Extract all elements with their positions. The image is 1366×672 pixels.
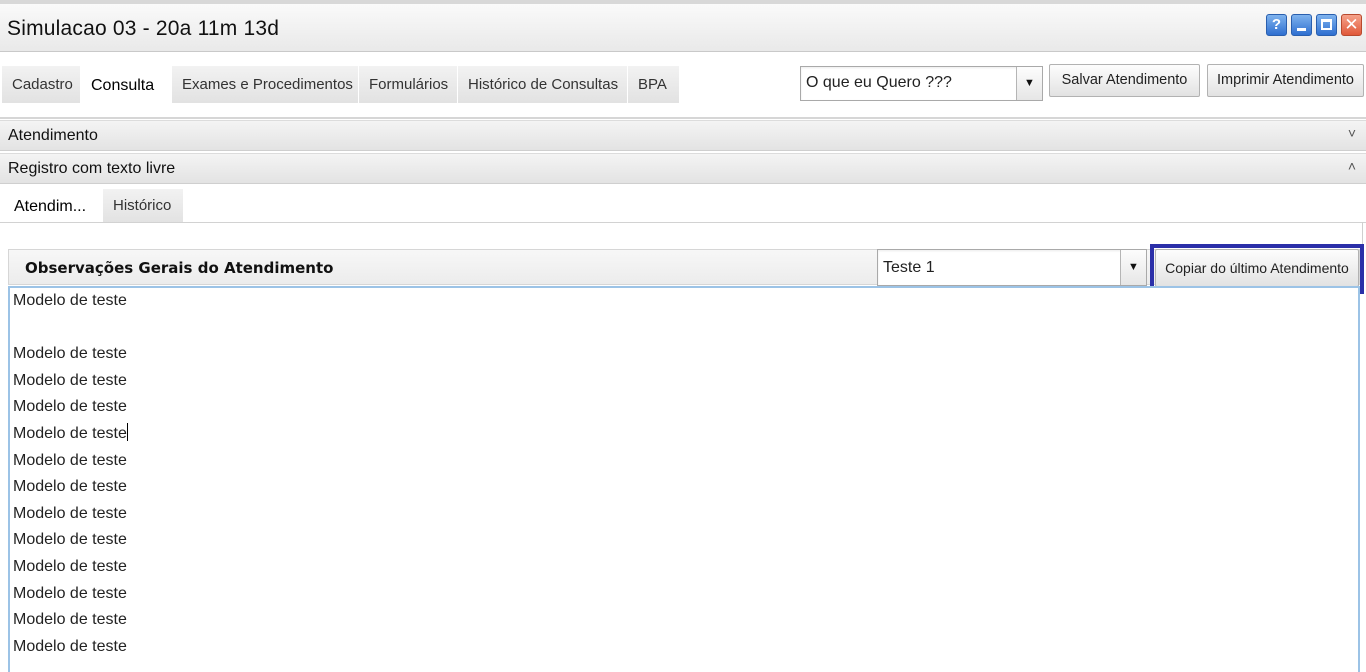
sub-tabs: Atendim... Histórico: [4, 189, 183, 223]
observacoes-title: Observações Gerais do Atendimento: [25, 259, 334, 277]
main-tabs: Cadastro Consulta Exames e Procedimentos…: [2, 66, 680, 103]
window-controls: ? ✕: [1266, 14, 1362, 36]
section-atendimento-label: Atendimento: [8, 127, 98, 144]
text-line: Modelo de teste: [13, 557, 127, 575]
text-line: [10, 315, 1358, 342]
maximize-box: [1321, 19, 1332, 30]
close-icon[interactable]: ✕: [1341, 14, 1362, 36]
minimize-icon[interactable]: [1291, 14, 1312, 36]
print-attendance-button[interactable]: Imprimir Atendimento: [1207, 64, 1364, 97]
observacoes-textarea[interactable]: Modelo de teste Modelo de teste Modelo d…: [8, 286, 1360, 672]
template-select[interactable]: Teste 1 ▼: [877, 249, 1147, 286]
window-title: Simulacao 03 - 20a 11m 13d: [7, 17, 280, 40]
help-icon[interactable]: ?: [1266, 14, 1287, 36]
text-line: Modelo de teste: [13, 292, 127, 309]
text-line: Modelo de teste: [13, 584, 127, 602]
chevron-up-icon[interactable]: ˄: [1348, 158, 1356, 174]
text-line: Modelo de teste: [13, 478, 127, 496]
chevron-down-icon[interactable]: ˅: [1348, 125, 1356, 141]
tab-historico-consultas[interactable]: Histórico de Consultas: [458, 66, 628, 103]
tab-formularios[interactable]: Formulários: [359, 66, 458, 103]
subtab-historico[interactable]: Histórico: [103, 189, 183, 223]
text-line-with-caret: Modelo de teste: [10, 421, 1358, 448]
tab-bpa[interactable]: BPA: [628, 66, 680, 103]
text-line: Modelo de teste: [13, 398, 127, 416]
what-i-want-select[interactable]: O que eu Quero ??? ▼: [800, 66, 1043, 101]
template-select-value: Teste 1: [883, 259, 935, 276]
text-line: Modelo de teste: [13, 451, 127, 469]
text-line: Modelo de teste: [13, 637, 127, 655]
tab-exames-procedimentos[interactable]: Exames e Procedimentos: [172, 66, 359, 103]
minimize-bar: [1297, 28, 1306, 31]
tabs-divider: [0, 117, 1366, 119]
dropdown-arrow-icon[interactable]: ▼: [1016, 67, 1042, 100]
section-registro-label: Registro com texto livre: [8, 160, 176, 177]
what-i-want-value: O que eu Quero ???: [806, 74, 952, 91]
text-line: Modelo de teste: [13, 504, 127, 522]
tab-consulta[interactable]: Consulta: [81, 66, 172, 103]
text-line-caret-text: Modelo de teste: [13, 424, 127, 442]
maximize-icon[interactable]: [1316, 14, 1337, 36]
title-bar: Simulacao 03 - 20a 11m 13d ? ✕: [0, 0, 1366, 52]
text-caret: [126, 422, 128, 441]
text-line: Modelo de teste: [13, 345, 127, 363]
text-line: Modelo de teste: [13, 531, 127, 549]
subtabs-divider: [0, 222, 1366, 223]
text-line: Modelo de teste: [13, 371, 127, 389]
text-line: Modelo de teste: [13, 611, 127, 629]
section-atendimento[interactable]: Atendimento ˅: [0, 120, 1366, 151]
save-attendance-button[interactable]: Salvar Atendimento: [1049, 64, 1200, 97]
help-glyph: ?: [1271, 16, 1282, 33]
dropdown-arrow-icon[interactable]: ▼: [1120, 250, 1146, 285]
section-registro-texto-livre[interactable]: Registro com texto livre ˄: [0, 153, 1366, 184]
tab-cadastro[interactable]: Cadastro: [2, 66, 81, 103]
close-glyph: ✕: [1344, 15, 1359, 34]
subtab-atendimento[interactable]: Atendim...: [4, 189, 103, 223]
